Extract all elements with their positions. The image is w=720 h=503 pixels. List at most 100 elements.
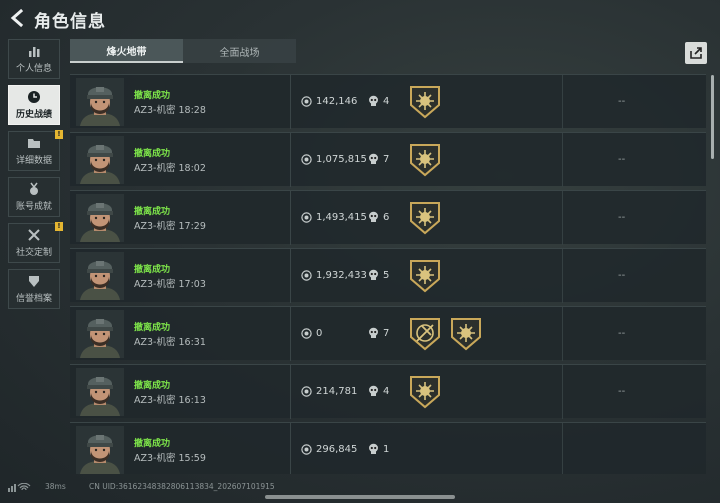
- operator-portrait: [76, 368, 124, 416]
- divider: [290, 365, 291, 419]
- share-icon: [690, 47, 702, 59]
- rank-badge-icon[interactable]: [409, 201, 441, 235]
- asset-value: 142,146: [316, 96, 358, 107]
- app-window: 角色信息 个人信息历史战绩详细数据! 账号成就社交定制! 信誉档案 烽火地带 全面战场…: [0, 0, 720, 503]
- alert-badge: !: [55, 222, 63, 231]
- sidebar-item-label: 历史战绩: [15, 110, 52, 120]
- extraction-status: 撤离成功: [134, 149, 171, 159]
- page-title: 角色信息: [34, 12, 106, 32]
- kill-count: 1: [383, 444, 390, 455]
- asset-value: 1,075,815: [316, 154, 367, 165]
- operator-portrait: [76, 194, 124, 242]
- extraction-status: 撤离成功: [134, 439, 171, 449]
- asset-value: 214,781: [316, 386, 358, 397]
- extra-stat: --: [618, 212, 626, 223]
- rank-badge-icon[interactable]: [409, 143, 441, 177]
- rank-badge-icon[interactable]: [409, 259, 441, 293]
- match-record-row[interactable]: 撤离成功 AZ3-机密 18:02 1,075,815 7 --: [70, 132, 706, 187]
- divider: [290, 307, 291, 361]
- divider: [290, 133, 291, 187]
- divider: [562, 75, 563, 129]
- divider: [290, 191, 291, 245]
- extraction-status: 撤离成功: [134, 265, 171, 275]
- medal-icon: [30, 182, 38, 195]
- share-button[interactable]: [685, 42, 707, 64]
- sidebar: 个人信息历史战绩详细数据! 账号成就社交定制! 信誉档案: [8, 39, 63, 315]
- map-time: AZ3-机密 18:28: [134, 105, 206, 116]
- match-record-row[interactable]: 撤离成功 AZ3-机密 17:29 1,493,415 6 --: [70, 190, 706, 245]
- match-record-row[interactable]: 撤离成功 AZ3-机密 15:59 296,845 1: [70, 422, 706, 474]
- divider: [290, 75, 291, 129]
- ping-text: 38ms: [45, 482, 66, 491]
- sidebar-item-2[interactable]: 历史战绩: [8, 85, 60, 125]
- divider: [562, 249, 563, 303]
- tab-1[interactable]: 烽火地带: [70, 39, 183, 63]
- divider: [562, 365, 563, 419]
- match-record-row[interactable]: 撤离成功 AZ3-机密 18:28 142,146 4 --: [70, 74, 706, 129]
- back-arrow-icon[interactable]: [8, 8, 28, 28]
- extra-stat: --: [618, 270, 626, 281]
- operator-portrait: [76, 252, 124, 300]
- operator-portrait: [76, 426, 124, 474]
- bar-chart-icon: [29, 47, 40, 57]
- home-indicator[interactable]: [265, 495, 455, 499]
- divider: [562, 191, 563, 245]
- scrollbar[interactable]: [711, 75, 714, 159]
- skull-icon: [369, 327, 378, 338]
- sidebar-item-label: 详细数据: [15, 156, 52, 166]
- map-time: AZ3-机密 16:13: [134, 395, 206, 406]
- match-history-list: 撤离成功 AZ3-机密 18:28 142,146 4 -- 撤离成功 AZ3-机密 1…: [70, 74, 706, 474]
- asset-value: 1,493,415: [316, 212, 367, 223]
- coin-icon: [301, 154, 312, 165]
- sidebar-item-5[interactable]: 社交定制!: [8, 222, 63, 263]
- kill-count: 4: [383, 96, 390, 107]
- extraction-status: 撤离成功: [134, 207, 171, 217]
- map-time: AZ3-机密 15:59: [134, 453, 206, 464]
- folder-icon: [28, 139, 40, 148]
- extra-stat: --: [618, 328, 626, 339]
- sidebar-item-label: 个人信息: [15, 64, 52, 74]
- coin-icon: [301, 328, 312, 339]
- match-record-row[interactable]: 撤离成功 AZ3-机密 16:13 214,781 4 --: [70, 364, 706, 419]
- skull-icon: [369, 269, 378, 280]
- kill-count: 7: [383, 328, 390, 339]
- sidebar-item-4[interactable]: 账号成就: [8, 177, 60, 217]
- skull-icon: [369, 95, 378, 106]
- extra-stat: --: [618, 386, 626, 397]
- sidebar-item-3[interactable]: 详细数据!: [8, 130, 63, 171]
- sidebar-item-label: 社交定制: [15, 248, 52, 258]
- coin-icon: [301, 212, 312, 223]
- kill-count: 5: [383, 270, 390, 281]
- tab-2[interactable]: 全面战场: [183, 39, 296, 63]
- rank-badge-icon[interactable]: [409, 375, 441, 409]
- sniper-badge-icon[interactable]: [409, 317, 441, 351]
- sidebar-item-label: 账号成就: [15, 202, 52, 212]
- divider: [562, 307, 563, 361]
- sidebar-item-6[interactable]: 信誉档案: [8, 269, 60, 309]
- divider: [562, 133, 563, 187]
- sidebar-item-1[interactable]: 个人信息: [8, 39, 60, 79]
- kill-count: 6: [383, 212, 390, 223]
- operator-portrait: [76, 310, 124, 358]
- rank-badge-icon[interactable]: [450, 317, 482, 351]
- kill-count: 4: [383, 386, 390, 397]
- map-time: AZ3-机密 16:31: [134, 337, 206, 348]
- map-time: AZ3-机密 18:02: [134, 163, 206, 174]
- asset-value: 296,845: [316, 444, 358, 455]
- asset-value: 1,932,433: [316, 270, 367, 281]
- divider: [562, 423, 563, 474]
- skull-icon: [369, 153, 378, 164]
- operator-portrait: [76, 78, 124, 126]
- network-icon: [8, 483, 31, 492]
- coin-icon: [301, 270, 312, 281]
- match-record-row[interactable]: 撤离成功 AZ3-机密 17:03 1,932,433 5 --: [70, 248, 706, 303]
- clock-icon: [28, 91, 40, 103]
- skull-icon: [369, 211, 378, 222]
- shield-icon: [29, 276, 39, 287]
- mode-tabs: 烽火地带 全面战场: [70, 39, 297, 63]
- sidebar-item-label: 信誉档案: [15, 294, 52, 304]
- alert-badge: !: [55, 130, 63, 139]
- rank-badge-icon[interactable]: [409, 85, 441, 119]
- tools-icon: [28, 229, 40, 241]
- match-record-row[interactable]: 撤离成功 AZ3-机密 16:31 0 7 --: [70, 306, 706, 361]
